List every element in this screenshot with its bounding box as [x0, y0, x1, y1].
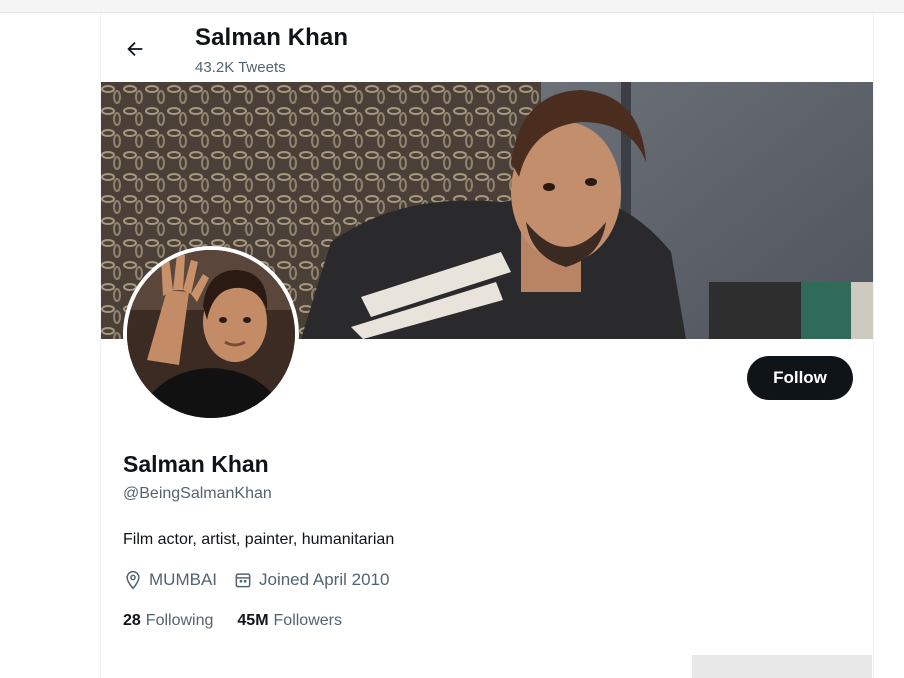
arrow-left-icon	[127, 41, 143, 57]
profile-bio: Film actor, artist, painter, humanitaria…	[123, 531, 395, 548]
followers-count: 45M	[237, 612, 269, 629]
follow-counts: 28 Following 45M Followers	[123, 612, 366, 630]
profile-column: Salman Khan 43.2K Tweets Follow Salman K…	[100, 13, 874, 678]
calendar-icon	[235, 573, 251, 588]
follow-button[interactable]: Follow	[747, 356, 853, 400]
joined-item: Joined April 2010	[233, 570, 389, 590]
profile-name: Salman Khan	[123, 451, 269, 477]
followers-link[interactable]: 45M Followers	[237, 612, 342, 630]
avatar-image	[127, 250, 295, 418]
following-label: Following	[145, 612, 214, 629]
following-count: 28	[123, 612, 141, 629]
joined-text: Joined April 2010	[259, 570, 390, 589]
header-title: Salman Khan	[195, 24, 349, 51]
profile-avatar[interactable]	[123, 246, 299, 422]
profile-header: Salman Khan 43.2K Tweets	[101, 13, 873, 82]
tweet-count: 43.2K Tweets	[195, 59, 286, 76]
followers-label: Followers	[273, 612, 342, 629]
page-corner-block	[692, 655, 872, 678]
following-link[interactable]: 28 Following	[123, 612, 213, 630]
profile-handle: @BeingSalmanKhan	[123, 485, 272, 502]
profile-meta: MUMBAI Joined April 2010	[123, 570, 405, 590]
location-text: MUMBAI	[149, 570, 217, 589]
location-item: MUMBAI	[123, 570, 217, 590]
back-button[interactable]	[117, 31, 153, 67]
location-pin-icon	[126, 570, 140, 590]
browser-top-strip	[0, 0, 904, 13]
